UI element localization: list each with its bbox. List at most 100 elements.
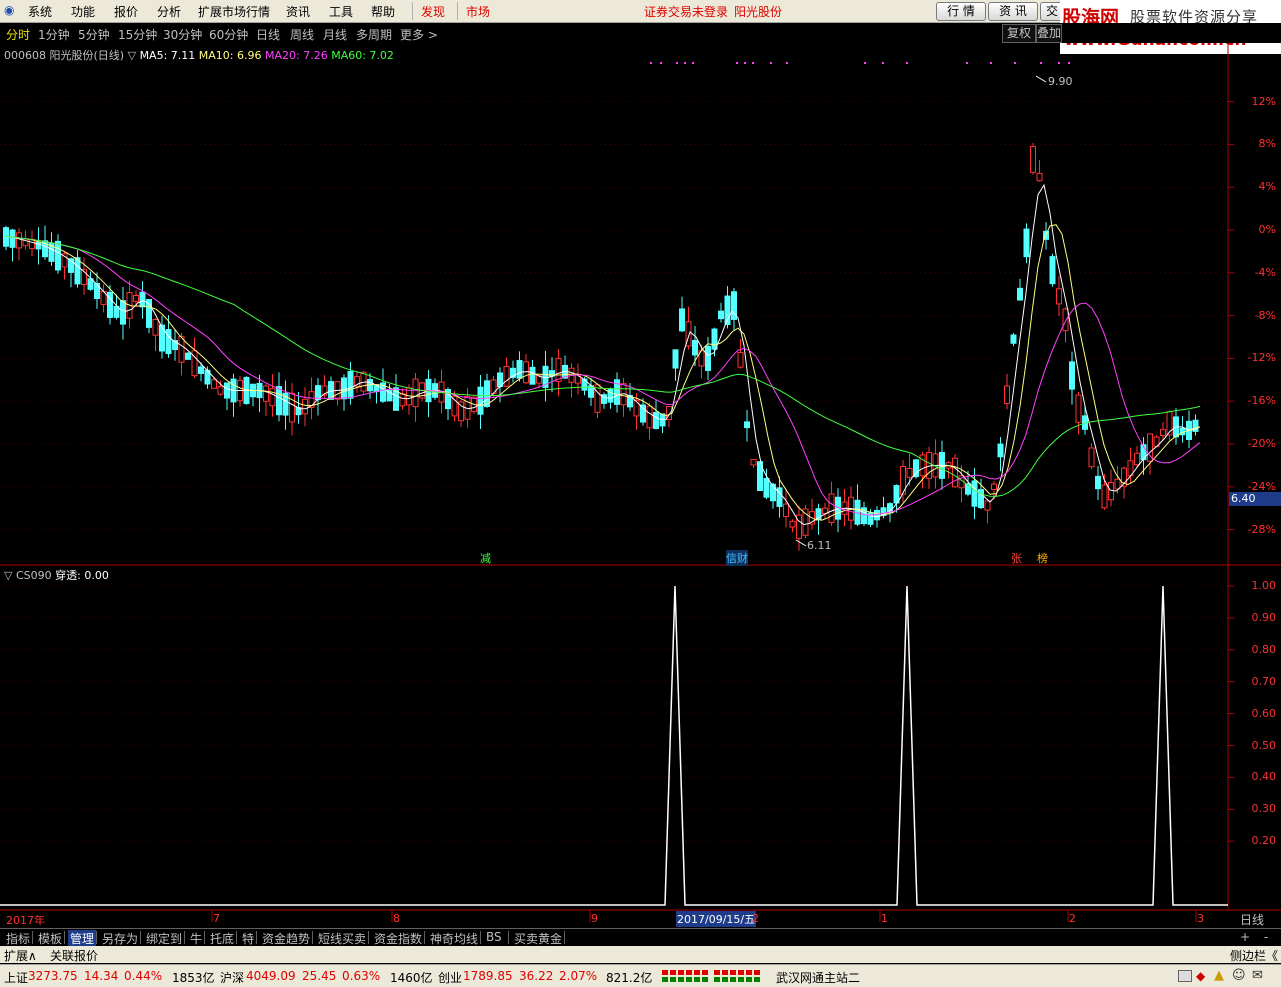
indicator-tab[interactable]: 绑定到 [144, 930, 184, 947]
indicator-tab[interactable]: 神奇均线 [428, 930, 480, 947]
price-axis-label: -12% [1247, 351, 1276, 365]
signal-dot [1068, 62, 1070, 64]
candle-body [529, 366, 536, 385]
time-cursor-label: 2017/09/15/五 [676, 911, 757, 927]
ma10-line [5, 224, 1201, 521]
indicator-tab[interactable]: 模板 [36, 930, 64, 947]
event-mark-xincai[interactable]: 信财 [726, 550, 748, 566]
indicator-axis-label: 0.50 [1251, 738, 1277, 752]
app-logo-icon: ◉ [4, 3, 15, 17]
indicator-tab[interactable]: BS [484, 930, 504, 944]
menu-market[interactable]: 市场 [466, 3, 490, 20]
indicator-tab[interactable]: 另存为 [100, 930, 140, 947]
candle-body [1108, 481, 1114, 501]
sz-change: 25.45 [302, 969, 337, 983]
menu-analysis[interactable]: 分析 [157, 3, 181, 20]
candle-body [341, 377, 347, 400]
time-label-cursor-next: 2 [752, 912, 759, 925]
period-monthly[interactable]: 月线 [323, 26, 347, 43]
time-label-year: 2017年 [6, 914, 45, 927]
tab-divider [64, 931, 65, 944]
candle-body [991, 483, 997, 491]
indicator-tab[interactable]: 资金指数 [372, 930, 424, 947]
menu-info[interactable]: 资讯 [286, 3, 310, 20]
period-daily[interactable]: 日线 [256, 26, 280, 43]
period-multi[interactable]: 多周期 [356, 26, 392, 43]
period-5min[interactable]: 5分钟 [78, 26, 110, 43]
menu-system[interactable]: 系统 [28, 3, 52, 20]
event-mark-jian[interactable]: 减 [480, 550, 491, 566]
time-label-sep: 9 [591, 912, 598, 925]
sidebar-toggle[interactable]: 侧边栏《 [1230, 947, 1278, 964]
candle-body [607, 388, 614, 403]
price-axis-label: -20% [1247, 437, 1276, 450]
alert-icon[interactable]: ◆ [1196, 969, 1205, 983]
add-indicator-button[interactable]: + [1238, 930, 1252, 944]
menu-tools[interactable]: 工具 [329, 3, 353, 20]
menu-discover[interactable]: 发现 [421, 3, 445, 20]
menu-ext-market[interactable]: 扩展市场行情 [198, 3, 270, 20]
period-intraday[interactable]: 分时 [6, 26, 30, 43]
period-30min[interactable]: 30分钟 [163, 26, 202, 43]
overlay-button[interactable]: 叠加 [1036, 24, 1062, 43]
menu-quote[interactable]: 报价 [114, 3, 138, 20]
sz-percent: 0.63% [342, 969, 381, 983]
candle-body [139, 291, 146, 308]
signal-dot [1058, 62, 1060, 64]
up-arrow-icon[interactable]: ▲ [1214, 968, 1224, 983]
high-marker [1035, 75, 1047, 83]
candle-body [1101, 484, 1108, 509]
tab-divider [236, 931, 237, 944]
event-mark-zhang[interactable]: 张 [1011, 550, 1022, 566]
linked-quote-button[interactable]: 关联报价 [50, 947, 98, 964]
indicator-tab[interactable]: 牛 [188, 930, 204, 947]
candle-body [672, 349, 679, 369]
quote-button[interactable]: 行 情 [936, 2, 986, 21]
time-label-jul: 7 [213, 912, 220, 925]
candle-body [1062, 308, 1069, 332]
indicator-tab[interactable]: 资金趋势 [260, 930, 312, 947]
indicator-tab[interactable]: 管理 [68, 930, 97, 947]
remove-indicator-button[interactable]: - [1262, 930, 1270, 944]
indicator-axis-label: 0.90 [1251, 610, 1277, 624]
candle-body [763, 478, 770, 498]
expand-button[interactable]: 扩展∧ [4, 947, 37, 964]
candle-body [737, 351, 744, 368]
cy-percent: 2.07% [559, 969, 598, 983]
period-indicator[interactable]: 日线 [1240, 911, 1264, 928]
info-button[interactable]: 资 讯 [988, 2, 1038, 21]
period-more[interactable]: 更多 > [400, 26, 438, 43]
chat-icon[interactable]: ✉ [1252, 968, 1263, 983]
period-15min[interactable]: 15分钟 [118, 26, 157, 43]
menu-help[interactable]: 帮助 [371, 3, 395, 20]
indicator-axis-label: 1.00 [1251, 579, 1277, 592]
kline-chart[interactable] [0, 44, 1281, 928]
signal-dot [684, 62, 686, 64]
price-axis-label: -8% [1254, 308, 1276, 322]
cy-value: 1789.85 [463, 969, 513, 983]
sz-label: 沪深 [220, 971, 245, 985]
fuquan-button[interactable]: 复权 [1002, 24, 1036, 43]
signal-dot [990, 62, 992, 64]
candle-body [165, 329, 172, 355]
indicator-tab[interactable]: 指标 [4, 930, 32, 947]
event-mark-bang[interactable]: 榜 [1037, 550, 1048, 566]
candle-body [133, 295, 139, 302]
server-name[interactable]: 武汉网通主站二 [776, 969, 860, 986]
person-icon[interactable]: ☺ [1232, 968, 1246, 983]
indicator-tab[interactable]: 特 [240, 930, 256, 947]
menu-function[interactable]: 功能 [71, 3, 95, 20]
indicator-tab[interactable]: 托底 [208, 930, 236, 947]
screen-icon[interactable] [1178, 970, 1192, 982]
candle-body [984, 500, 991, 511]
indicator-tab[interactable]: 短线买卖 [316, 930, 368, 947]
indicator-axis-label: 0.40 [1251, 770, 1277, 784]
candle-body [159, 324, 165, 352]
candle-body [3, 227, 9, 247]
tab-divider [480, 931, 481, 944]
indicator-tab[interactable]: 买卖黄金 [512, 930, 564, 947]
period-weekly[interactable]: 周线 [290, 26, 314, 43]
tab-divider [424, 931, 425, 944]
period-1min[interactable]: 1分钟 [38, 26, 70, 43]
period-60min[interactable]: 60分钟 [209, 26, 248, 43]
